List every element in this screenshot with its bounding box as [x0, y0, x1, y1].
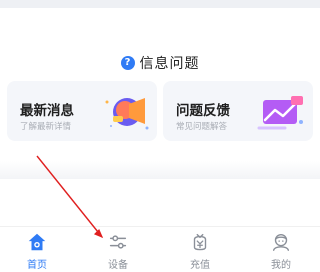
megaphone-icon: [105, 98, 149, 130]
card-title: 问题反馈: [176, 103, 230, 119]
bottom-tab-bar: 首页 设备 充值 我的: [0, 226, 320, 272]
card-latest-news[interactable]: 最新消息 了解最新详情: [7, 81, 157, 141]
tab-label: 充值: [190, 260, 210, 271]
tab-device[interactable]: 设备: [93, 231, 143, 271]
tab-home[interactable]: 首页: [12, 231, 62, 271]
profile-icon: [272, 233, 290, 251]
tab-label: 设备: [108, 260, 128, 271]
tab-label: 我的: [271, 260, 291, 271]
info-panel: ? 信息问题 最新消息 了解最新详情 问题反馈 常见问题解答: [0, 8, 320, 173]
card-title: 最新消息: [20, 103, 74, 119]
home-icon: [28, 233, 46, 251]
section-title: 信息问题: [139, 56, 200, 72]
section-divider: [0, 161, 320, 179]
section-header: ? 信息问题: [0, 54, 320, 72]
card-subtitle: 了解最新详情: [20, 122, 72, 132]
tab-label: 首页: [27, 260, 47, 271]
card-subtitle: 常见问题解答: [176, 122, 228, 132]
tab-recharge[interactable]: 充值: [175, 231, 225, 271]
recharge-icon: [193, 233, 207, 251]
tab-profile[interactable]: 我的: [256, 231, 306, 271]
card-feedback[interactable]: 问题反馈 常见问题解答: [163, 81, 313, 141]
chart-card-icon: [257, 96, 303, 130]
help-icon: ?: [120, 56, 135, 70]
top-strip: [0, 0, 320, 8]
device-sliders-icon: [109, 235, 127, 249]
